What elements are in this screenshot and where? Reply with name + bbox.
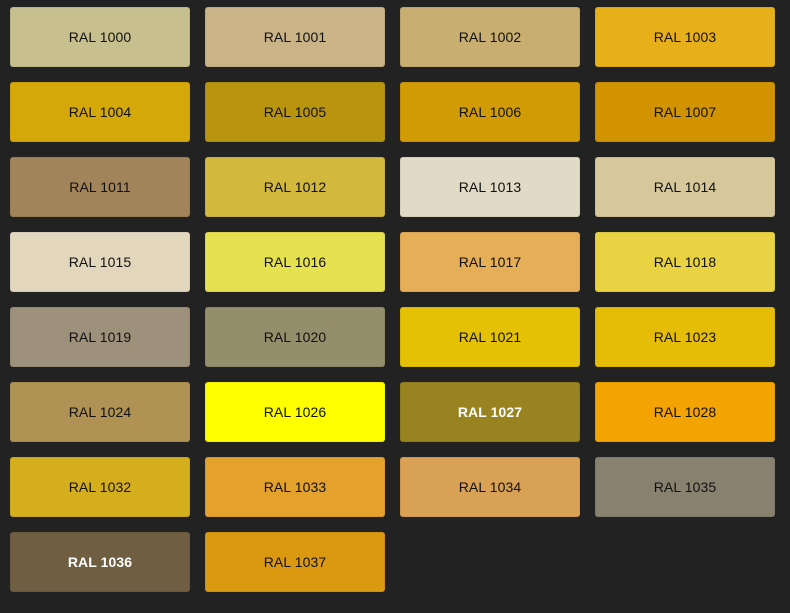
color-swatch[interactable]: RAL 1012 (205, 157, 385, 217)
color-swatch[interactable]: RAL 1023 (595, 307, 775, 367)
swatch-label: RAL 1005 (263, 104, 327, 120)
swatch-label: RAL 1003 (653, 29, 717, 45)
color-swatch[interactable]: RAL 1033 (205, 457, 385, 517)
color-swatch[interactable]: RAL 1001 (205, 7, 385, 67)
swatch-label: RAL 1021 (458, 329, 522, 345)
color-swatch[interactable]: RAL 1028 (595, 382, 775, 442)
swatch-label: RAL 1004 (68, 104, 132, 120)
color-swatch[interactable]: RAL 1037 (205, 532, 385, 592)
color-swatch[interactable]: RAL 1019 (10, 307, 190, 367)
color-swatch[interactable]: RAL 1026 (205, 382, 385, 442)
swatch-label: RAL 1015 (68, 254, 132, 270)
color-swatch[interactable]: RAL 1021 (400, 307, 580, 367)
color-swatch[interactable]: RAL 1020 (205, 307, 385, 367)
swatch-label: RAL 1001 (263, 29, 327, 45)
color-swatch[interactable]: RAL 1017 (400, 232, 580, 292)
swatch-label: RAL 1033 (263, 479, 327, 495)
color-swatch[interactable]: RAL 1034 (400, 457, 580, 517)
swatch-label: RAL 1007 (653, 104, 717, 120)
color-swatch[interactable]: RAL 1005 (205, 82, 385, 142)
swatch-label: RAL 1037 (263, 554, 327, 570)
swatch-label: RAL 1036 (67, 554, 133, 570)
color-swatch[interactable]: RAL 1016 (205, 232, 385, 292)
color-swatch[interactable]: RAL 1036 (10, 532, 190, 592)
swatch-label: RAL 1019 (68, 329, 132, 345)
swatch-label: RAL 1024 (68, 404, 132, 420)
swatch-label: RAL 1006 (458, 104, 522, 120)
color-swatch[interactable]: RAL 1004 (10, 82, 190, 142)
swatch-label: RAL 1014 (653, 179, 717, 195)
ral-color-grid: RAL 1000 RAL 1001 RAL 1002 RAL 1003 RAL 1004… (0, 0, 790, 592)
swatch-label: RAL 1032 (68, 479, 132, 495)
color-swatch[interactable]: RAL 1027 (400, 382, 580, 442)
swatch-label: RAL 1035 (653, 479, 717, 495)
color-swatch[interactable]: RAL 1013 (400, 157, 580, 217)
color-swatch[interactable]: RAL 1011 (10, 157, 190, 217)
swatch-label: RAL 1016 (263, 254, 327, 270)
color-swatch[interactable]: RAL 1032 (10, 457, 190, 517)
color-swatch[interactable]: RAL 1035 (595, 457, 775, 517)
swatch-label: RAL 1000 (68, 29, 132, 45)
color-swatch[interactable]: RAL 1015 (10, 232, 190, 292)
swatch-label: RAL 1027 (457, 404, 523, 420)
color-swatch[interactable]: RAL 1007 (595, 82, 775, 142)
swatch-label: RAL 1012 (263, 179, 327, 195)
color-swatch[interactable]: RAL 1018 (595, 232, 775, 292)
swatch-label: RAL 1018 (653, 254, 717, 270)
color-swatch[interactable]: RAL 1006 (400, 82, 580, 142)
color-swatch[interactable]: RAL 1024 (10, 382, 190, 442)
swatch-label: RAL 1034 (458, 479, 522, 495)
color-swatch[interactable]: RAL 1000 (10, 7, 190, 67)
swatch-label: RAL 1023 (653, 329, 717, 345)
swatch-label: RAL 1026 (263, 404, 327, 420)
swatch-label: RAL 1013 (458, 179, 522, 195)
swatch-label: RAL 1017 (458, 254, 522, 270)
color-swatch[interactable]: RAL 1003 (595, 7, 775, 67)
color-swatch[interactable]: RAL 1014 (595, 157, 775, 217)
swatch-label: RAL 1020 (263, 329, 327, 345)
swatch-label: RAL 1002 (458, 29, 522, 45)
swatch-label: RAL 1028 (653, 404, 717, 420)
color-swatch[interactable]: RAL 1002 (400, 7, 580, 67)
swatch-label: RAL 1011 (69, 179, 131, 195)
